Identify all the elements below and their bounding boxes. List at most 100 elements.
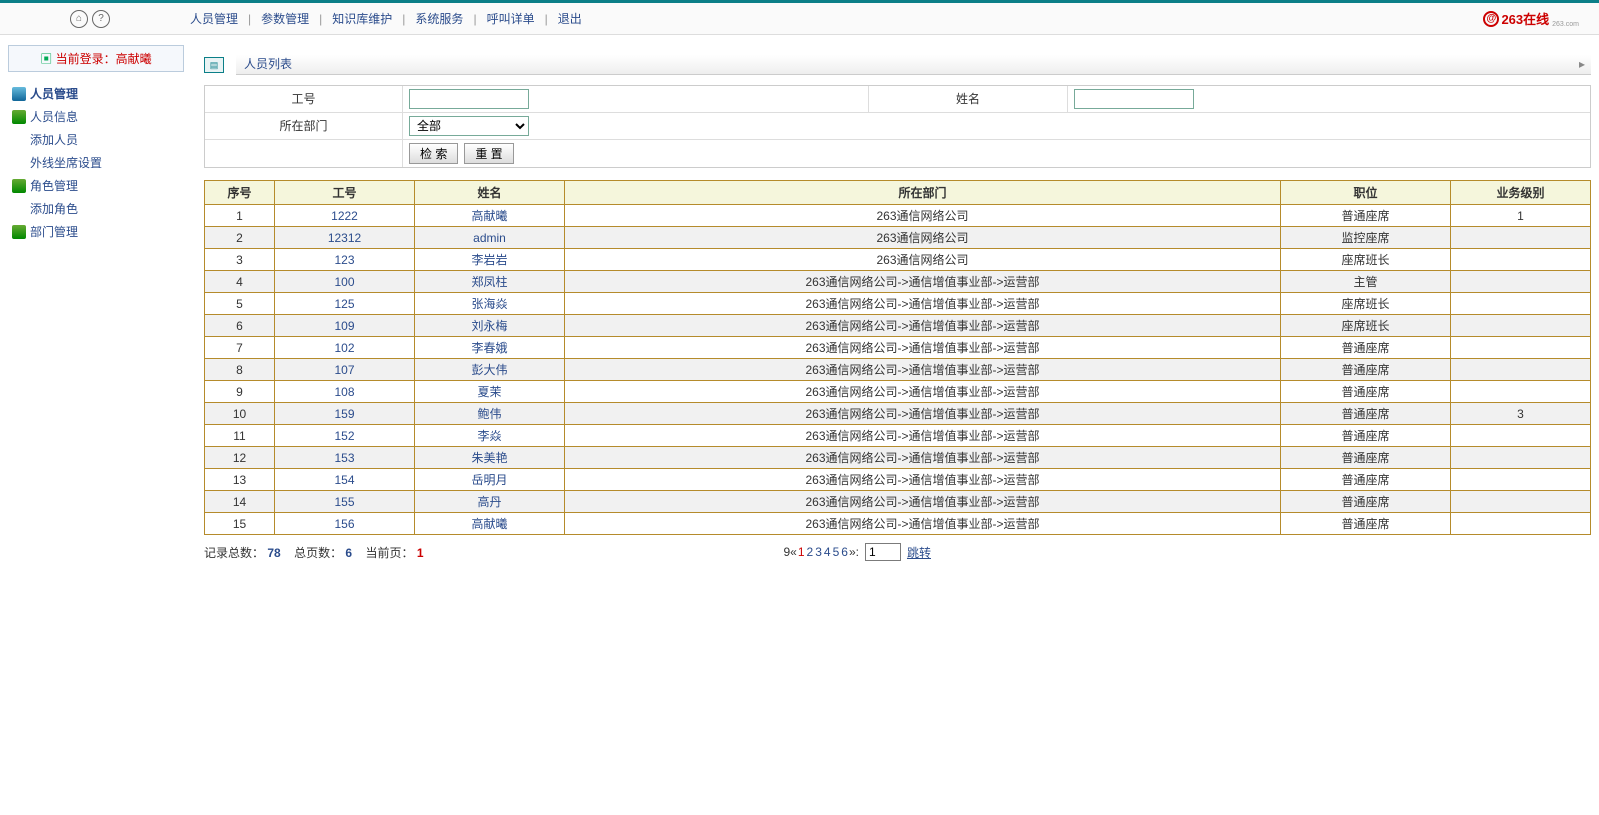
cell-id[interactable]: 153 xyxy=(275,447,415,469)
cell-name[interactable]: 朱美艳 xyxy=(415,447,565,469)
cell-name[interactable]: 李焱 xyxy=(415,425,565,447)
cell-id[interactable]: 1222 xyxy=(275,205,415,227)
cell-id[interactable]: 156 xyxy=(275,513,415,535)
pager-pages: 9«123456»: xyxy=(783,545,859,559)
table-row: 8107彭大伟263通信网络公司->通信增值事业部->运营部普通座席 xyxy=(205,359,1591,381)
cell-seq: 3 xyxy=(205,249,275,271)
table-row: 12153朱美艳263通信网络公司->通信增值事业部->运营部普通座席 xyxy=(205,447,1591,469)
cell-pos: 普通座席 xyxy=(1281,469,1451,491)
cell-id[interactable]: 159 xyxy=(275,403,415,425)
topbar: ⌂ ? 人员管理|参数管理|知识库维护|系统服务|呼叫详单|退出 @ 263在线… xyxy=(0,3,1599,35)
cell-dept: 263通信网络公司 xyxy=(565,227,1281,249)
cell-pos: 普通座席 xyxy=(1281,491,1451,513)
table-row: 4100郑凤柱263通信网络公司->通信增值事业部->运营部主管 xyxy=(205,271,1591,293)
cell-name[interactable]: admin xyxy=(415,227,565,249)
cell-name[interactable]: 李岩岩 xyxy=(415,249,565,271)
pager-prev-icon[interactable]: 9« xyxy=(783,545,796,559)
cell-name[interactable]: 岳明月 xyxy=(415,469,565,491)
panel-title: 人员列表 xyxy=(236,55,300,73)
cell-id[interactable]: 154 xyxy=(275,469,415,491)
search-input-id[interactable] xyxy=(409,89,529,109)
cell-lvl xyxy=(1451,381,1591,403)
table-row: 15156高献曦263通信网络公司->通信增值事业部->运营部普通座席 xyxy=(205,513,1591,535)
cell-lvl xyxy=(1451,337,1591,359)
pager-next-icon[interactable]: »: xyxy=(849,545,859,559)
sidebar-item[interactable]: 部门管理 xyxy=(4,220,188,243)
cell-name[interactable]: 郑凤柱 xyxy=(415,271,565,293)
cell-lvl xyxy=(1451,271,1591,293)
search-select-dept[interactable]: 全部 xyxy=(409,116,529,136)
cell-id[interactable]: 12312 xyxy=(275,227,415,249)
cell-dept: 263通信网络公司->通信增值事业部->运营部 xyxy=(565,469,1281,491)
cell-dept: 263通信网络公司->通信增值事业部->运营部 xyxy=(565,359,1281,381)
cell-id[interactable]: 152 xyxy=(275,425,415,447)
table-row: 14155高丹263通信网络公司->通信增值事业部->运营部普通座席 xyxy=(205,491,1591,513)
cell-dept: 263通信网络公司 xyxy=(565,205,1281,227)
search-input-name[interactable] xyxy=(1074,89,1194,109)
pager-jump-link[interactable]: 跳转 xyxy=(907,544,931,561)
topnav-link[interactable]: 系统服务 xyxy=(405,10,473,27)
cell-name[interactable]: 张海焱 xyxy=(415,293,565,315)
pager-page-link[interactable]: 6 xyxy=(840,545,849,559)
home-icon[interactable]: ⌂ xyxy=(70,10,88,28)
cell-seq: 8 xyxy=(205,359,275,381)
cell-pos: 普通座席 xyxy=(1281,513,1451,535)
cell-name[interactable]: 李春娥 xyxy=(415,337,565,359)
cell-dept: 263通信网络公司 xyxy=(565,249,1281,271)
topnav-link[interactable]: 退出 xyxy=(548,10,592,27)
cell-name[interactable]: 高献曦 xyxy=(415,205,565,227)
topnav-link[interactable]: 人员管理 xyxy=(180,10,248,27)
cell-id[interactable]: 102 xyxy=(275,337,415,359)
search-button[interactable]: 检 索 xyxy=(409,143,458,164)
pager-page-link[interactable]: 3 xyxy=(814,545,823,559)
panel-title-bar: 人员列表 ▸ xyxy=(236,55,1591,75)
chevron-right-icon[interactable]: ▸ xyxy=(1579,57,1585,71)
cell-dept: 263通信网络公司->通信增值事业部->运营部 xyxy=(565,513,1281,535)
table-header-row: 序号 工号 姓名 所在部门 职位 业务级别 xyxy=(205,181,1591,205)
pager-total-records-label: 记录总数： xyxy=(204,546,264,560)
cell-id[interactable]: 107 xyxy=(275,359,415,381)
cell-seq: 12 xyxy=(205,447,275,469)
sidebar-item[interactable]: 人员信息 xyxy=(4,105,188,128)
th-pos: 职位 xyxy=(1281,181,1451,205)
cell-seq: 2 xyxy=(205,227,275,249)
topnav-link[interactable]: 参数管理 xyxy=(251,10,319,27)
sidebar-item[interactable]: 角色管理 xyxy=(4,174,188,197)
cell-lvl xyxy=(1451,293,1591,315)
pager-page-link[interactable]: 4 xyxy=(823,545,832,559)
cell-name[interactable]: 夏茉 xyxy=(415,381,565,403)
cell-id[interactable]: 123 xyxy=(275,249,415,271)
cell-dept: 263通信网络公司->通信增值事业部->运营部 xyxy=(565,447,1281,469)
pager-total-pages-label: 总页数： xyxy=(294,546,342,560)
sidebar-item[interactable]: 外线坐席设置 xyxy=(4,151,188,174)
panel-header: ▤ 人员列表 ▸ xyxy=(204,55,1591,75)
pager-page-input[interactable] xyxy=(865,543,901,561)
cell-name[interactable]: 高丹 xyxy=(415,491,565,513)
cell-dept: 263通信网络公司->通信增值事业部->运营部 xyxy=(565,403,1281,425)
cell-id[interactable]: 155 xyxy=(275,491,415,513)
cell-name[interactable]: 刘永梅 xyxy=(415,315,565,337)
cell-id[interactable]: 109 xyxy=(275,315,415,337)
pager-controls: 9«123456»: 跳转 xyxy=(783,543,931,561)
cell-id[interactable]: 125 xyxy=(275,293,415,315)
topnav-link[interactable]: 呼叫详单 xyxy=(477,10,545,27)
folder-icon xyxy=(12,225,26,239)
cell-name[interactable]: 彭大伟 xyxy=(415,359,565,381)
cell-seq: 7 xyxy=(205,337,275,359)
cell-id[interactable]: 100 xyxy=(275,271,415,293)
cell-name[interactable]: 鲍伟 xyxy=(415,403,565,425)
topnav-link[interactable]: 知识库维护 xyxy=(322,10,402,27)
sidebar-item[interactable]: 人员管理 xyxy=(4,82,188,105)
pager-page-link[interactable]: 5 xyxy=(832,545,841,559)
cell-name[interactable]: 高献曦 xyxy=(415,513,565,535)
sidebar-item-label: 添加角色 xyxy=(30,200,78,217)
reset-button[interactable]: 重 置 xyxy=(464,143,513,164)
help-icon[interactable]: ? xyxy=(92,10,110,28)
cell-dept: 263通信网络公司->通信增值事业部->运营部 xyxy=(565,491,1281,513)
cell-pos: 座席班长 xyxy=(1281,315,1451,337)
pager-page-link[interactable]: 2 xyxy=(806,545,815,559)
sidebar-item[interactable]: 添加人员 xyxy=(4,128,188,151)
sidebar-item[interactable]: 添加角色 xyxy=(4,197,188,220)
pager-page-link[interactable]: 1 xyxy=(797,545,806,559)
cell-id[interactable]: 108 xyxy=(275,381,415,403)
